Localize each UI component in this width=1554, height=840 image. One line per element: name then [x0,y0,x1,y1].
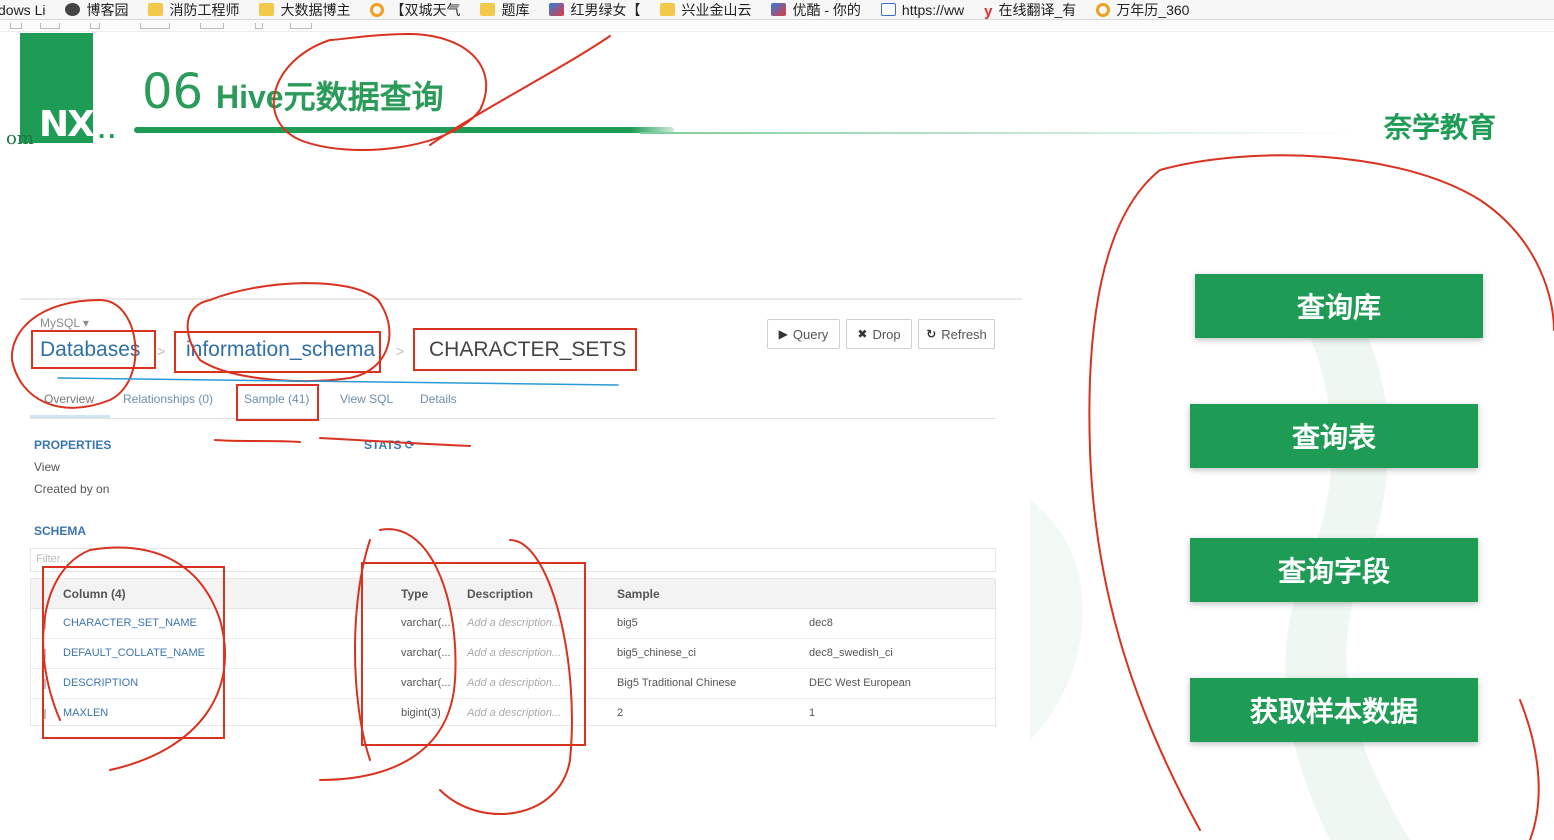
schema-heading: SCHEMA [34,524,87,538]
bookmarks-bar: dows Li 博客园 消防工程师 大数据博主 【双城天气 题库 红男绿女【 兴… [0,0,1554,20]
db-type-dropdown[interactable]: MySQL ▾ [40,316,89,330]
row-marker [43,649,46,659]
folder-icon [148,3,164,16]
toolbar-strip [0,20,1554,32]
sample-value: dec8_swedish_ci [809,647,893,659]
sample-value: dec8 [809,617,833,629]
description-field[interactable]: Add a description... [467,647,561,659]
breadcrumb-table-name: CHARACTER_SETS [429,338,627,361]
tab-details[interactable]: Details [420,392,457,406]
column-name-link[interactable]: MAXLEN [63,707,108,719]
column-name-link[interactable]: DEFAULT_COLLATE_NAME [63,647,205,659]
sample-value: Big5 Traditional Chinese [617,677,737,689]
column-header-name[interactable]: Column (4) [63,587,126,601]
sample-value: DEC West European [809,677,911,689]
sample-value: 1 [809,707,816,719]
column-header-sample: Sample [617,587,660,601]
description-field[interactable]: Add a description... [467,707,561,719]
slide-logo-dots: .. [98,114,119,144]
section-title: Hive元数据查询 [216,79,444,115]
bookmark-translate[interactable]: y 在线翻译_有 [984,0,1076,20]
brand-name: 奈学教育 [1384,112,1497,143]
step-query-table-button[interactable]: 查询表 [1190,404,1478,468]
description-field[interactable]: Add a description... [467,617,561,629]
column-type: varchar(... [401,647,451,659]
bookmark-windows[interactable]: dows Li [0,2,45,18]
table-row: CHARACTER_SET_NAME varchar(... Add a des… [31,609,995,639]
folder-icon [660,3,676,16]
play-icon: ▶ [778,327,788,341]
bookmark-youku[interactable]: 优酷 - 你的 [771,0,861,19]
row-marker [43,679,46,689]
header-divider-fade [640,132,1360,134]
close-icon: ✖ [857,327,868,341]
youdao-icon: y [984,3,993,20]
bird-icon [549,3,565,16]
bookmark-fire-engineer[interactable]: 消防工程师 [148,0,239,19]
sample-value: big5_chinese_ci [617,647,696,659]
step-sample-data-button[interactable]: 获取样本数据 [1190,678,1478,742]
breadcrumb-database-name[interactable]: information_schema [186,338,375,362]
breadcrumb-databases[interactable]: Databases [40,338,140,362]
sample-value: 2 [617,707,624,719]
property-type: View [34,460,60,474]
ring-icon [370,2,385,17]
property-created-by: Created by on [34,482,110,496]
refresh-button[interactable]: ↻ Refresh [918,319,995,349]
column-type: varchar(... [401,677,451,689]
tab-sample[interactable]: Sample (41) [244,392,309,406]
drop-button[interactable]: ✖ Drop [846,319,912,349]
bookmark-bigdata[interactable]: 大数据博主 [259,0,350,19]
folder-icon [480,3,496,16]
table-header: Column (4) Type Description Sample [31,579,995,609]
query-button[interactable]: ▶ Query [767,319,840,349]
column-header-description[interactable]: Description [467,587,533,601]
schema-filter-input[interactable]: Filter... [30,548,996,572]
bookmark-weather[interactable]: 【双城天气 [370,0,460,19]
ring-icon [1096,2,1111,17]
bookmark-drama[interactable]: 红男绿女【 [549,0,640,19]
table-row: DESCRIPTION varchar(... Add a descriptio… [31,669,995,699]
refresh-icon: ↻ [926,327,937,341]
bird-icon [771,3,787,16]
tab-relationships[interactable]: Relationships (0) [123,392,213,406]
header-divider [134,127,674,133]
folder-icon [259,3,275,16]
slide-logo: NX [39,104,95,145]
section-number: 06 [142,64,204,120]
row-marker [43,619,46,629]
tabs-divider [30,418,996,419]
panel-divider [20,298,1022,300]
bookmark-https[interactable]: https://ww [880,2,964,18]
bookmark-ksyun[interactable]: 兴业金山云 [660,0,751,19]
step-query-field-button[interactable]: 查询字段 [1190,538,1478,602]
bookmark-cnblogs[interactable]: 博客园 [65,0,128,19]
step-query-database-button[interactable]: 查询库 [1195,274,1483,338]
bookmark-calendar[interactable]: 万年历_360 [1096,0,1189,19]
table-row: MAXLEN bigint(3) Add a description... 2 … [31,699,995,729]
column-name-link[interactable]: DESCRIPTION [63,677,138,689]
bookmark-questions[interactable]: 题库 [480,0,529,19]
sample-value: big5 [617,617,638,629]
properties-heading: PROPERTIES [34,438,112,452]
breadcrumb-separator: > [157,343,166,359]
breadcrumb-separator: > [396,343,405,359]
schema-table: Column (4) Type Description Sample CHARA… [30,578,996,726]
column-type: bigint(3) [401,707,441,719]
tab-view-sql[interactable]: View SQL [340,392,393,406]
column-header-type[interactable]: Type [401,587,428,601]
row-marker [43,709,46,719]
description-field[interactable]: Add a description... [467,677,561,689]
cat-icon [65,3,81,16]
doc-icon [880,3,896,16]
tab-overview[interactable]: Overview [44,392,94,406]
slide-side-text: om [6,128,34,149]
column-name-link[interactable]: CHARACTER_SET_NAME [63,617,197,629]
table-row: DEFAULT_COLLATE_NAME varchar(... Add a d… [31,639,995,669]
column-type: varchar(... [401,617,451,629]
stats-heading[interactable]: STATS ⟳ [364,438,415,452]
